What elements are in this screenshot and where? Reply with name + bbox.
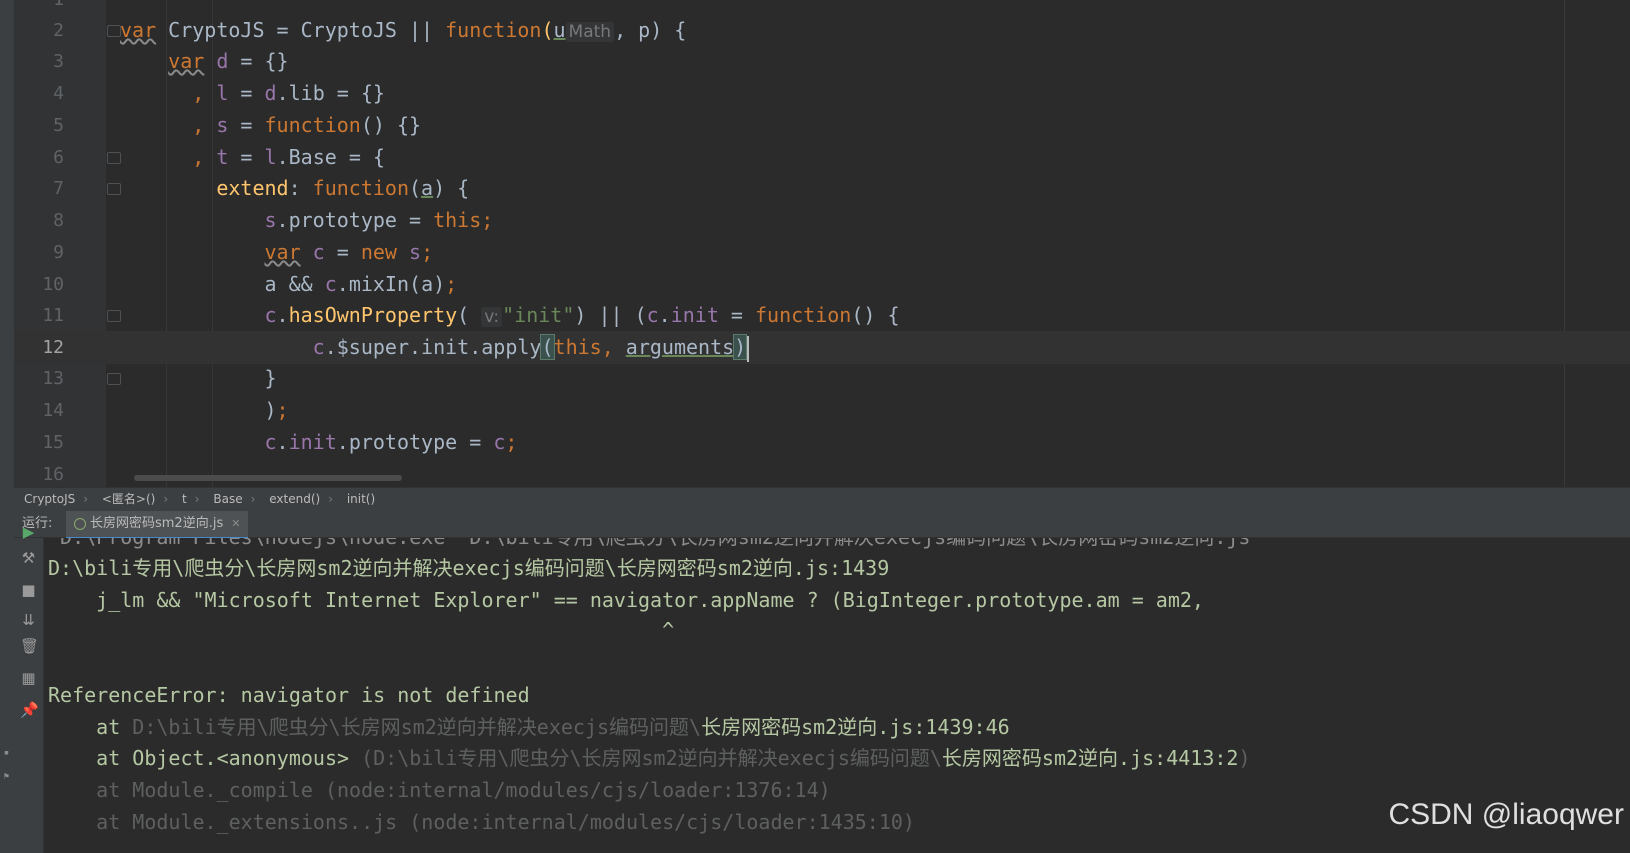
- chevron-right-icon: ›: [250, 492, 256, 506]
- code-line-16: 16: [42, 464, 64, 485]
- breadcrumb-item[interactable]: extend(): [269, 492, 320, 506]
- stack-trace-line: at Module._compile (node:internal/module…: [48, 778, 831, 802]
- bookmark-icon[interactable]: ▪: [1, 748, 12, 758]
- bookmark-marker-icon[interactable]: ⚑: [1, 772, 12, 782]
- layout-icon[interactable]: ▦: [20, 670, 37, 687]
- chevron-right-icon: ›: [83, 492, 89, 506]
- chevron-right-icon: ›: [163, 492, 169, 506]
- code-line-13: 13 }: [42, 366, 277, 390]
- console-line: ^: [48, 618, 675, 642]
- fold-icon[interactable]: [107, 183, 121, 195]
- breadcrumb-item[interactable]: <匿名>(): [102, 492, 155, 506]
- left-tool-strip: ▪ ⚑: [0, 0, 15, 853]
- param-hint-u: Math: [565, 22, 615, 42]
- breadcrumb-item[interactable]: CryptoJS: [24, 492, 75, 506]
- code-line-10: 10 a && c.mixIn(a);: [42, 272, 458, 296]
- run-panel-header: 运行: 长房网密码sm2逆向.js ✕: [14, 511, 1630, 539]
- trash-icon[interactable]: 🗑: [20, 638, 39, 655]
- console-error-line: ReferenceError: navigator is not defined: [48, 683, 530, 707]
- breadcrumb-item[interactable]: Base: [213, 492, 242, 506]
- run-tab-label: 长房网密码sm2逆向.js: [90, 516, 224, 531]
- fold-icon[interactable]: [107, 25, 121, 37]
- code-line-12-current: 12 c.$super.init.apply(this, arguments): [14, 331, 1630, 364]
- text-caret: [747, 335, 750, 362]
- chevron-right-icon: ›: [328, 492, 333, 506]
- code-line-8: 8 s.prototype = this;: [53, 208, 494, 232]
- code-line-15: 15 c.init.prototype = c;: [42, 430, 518, 454]
- code-editor[interactable]: 1 2 var CryptoJS = CryptoJS || function(…: [14, 0, 1630, 487]
- run-tab[interactable]: 长房网密码sm2逆向.js ✕: [66, 511, 249, 539]
- chevron-right-icon: ›: [194, 492, 200, 506]
- console-line: D:\bili专用\爬虫分\长房网sm2逆向并解决execjs编码问题\长房网密…: [48, 556, 890, 580]
- close-icon[interactable]: ✕: [231, 511, 240, 537]
- stack-trace-line: at Object.<anonymous> (D:\bili专用\爬虫分\长房网…: [48, 746, 1251, 770]
- code-line-7: 7 extend: function(a) {: [53, 176, 470, 200]
- breadcrumb-item[interactable]: t: [182, 492, 187, 506]
- horizontal-scrollbar[interactable]: [134, 475, 402, 481]
- stack-trace-link[interactable]: 长房网密码sm2逆向.js:1439:46: [701, 715, 1010, 739]
- watermark: CSDN @liaoqwer: [1388, 798, 1624, 831]
- code-line-9: 9 var c = new s;: [53, 240, 434, 264]
- code-line-6: 6 , t = l.Base = {: [53, 145, 385, 169]
- fold-icon[interactable]: [107, 310, 121, 322]
- fold-icon[interactable]: [107, 152, 121, 164]
- wrench-icon[interactable]: ⚒: [20, 550, 37, 567]
- code-line-11: 11 c.hasOwnProperty( v: "init") || (c.ini…: [42, 303, 900, 327]
- stack-trace-line: at D:\bili专用\爬虫分\长房网sm2逆向并解决execjs编码问题\长…: [48, 715, 1010, 739]
- run-toolbar: ▶ ⚒ ■ ⇊ 🗑 ▦ 📌: [14, 524, 44, 853]
- console-line: j_lm && "Microsoft Internet Explorer" ==…: [48, 588, 1204, 612]
- scroll-to-end-icon[interactable]: ⇊: [20, 612, 37, 629]
- param-hint-v: v:: [481, 307, 503, 327]
- pin-icon[interactable]: 📌: [20, 702, 39, 719]
- stack-trace-link[interactable]: 长房网密码sm2逆向.js:4413:2: [942, 746, 1239, 770]
- breadcrumb: CryptoJS › <匿名>() › t › Base › extend() › ini…: [14, 487, 1630, 512]
- code-line-5: 5 , s = function() {}: [53, 113, 422, 137]
- rerun-icon[interactable]: ▶: [20, 524, 37, 541]
- breadcrumb-item[interactable]: init(): [347, 492, 375, 506]
- stop-icon[interactable]: ■: [20, 582, 37, 599]
- code-line-3: 3 var d = {}: [53, 49, 289, 73]
- code-line-14: 14 );: [42, 398, 289, 422]
- nodejs-icon: [74, 518, 86, 530]
- fold-icon[interactable]: [107, 373, 121, 385]
- code-line-4: 4 , l = d.lib = {}: [53, 81, 385, 105]
- stack-trace-line: at Module._extensions..js (node:internal…: [48, 810, 915, 834]
- code-line-2: 2 var CryptoJS = CryptoJS || function(u M…: [53, 18, 687, 42]
